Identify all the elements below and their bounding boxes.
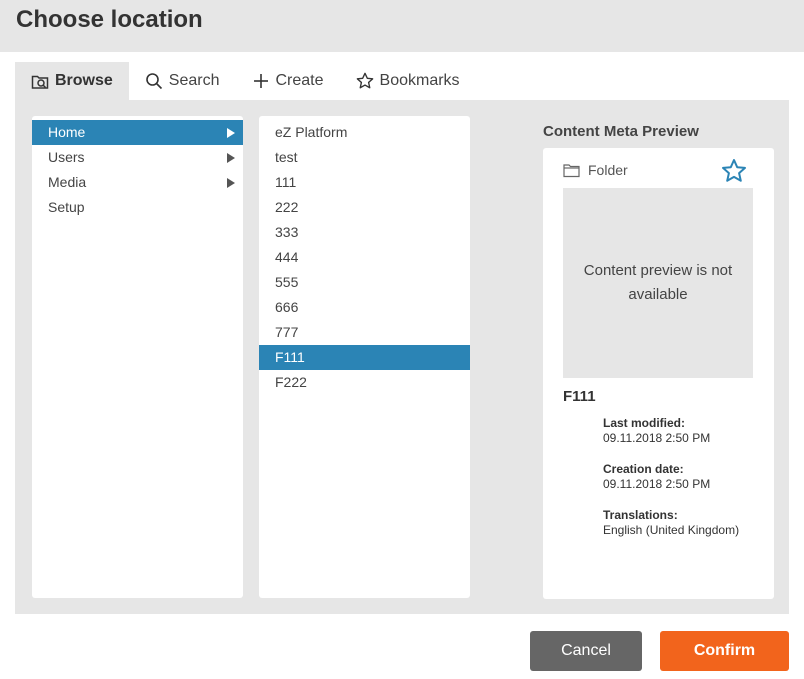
list-item[interactable]: 333 [259, 220, 470, 245]
tab-search-label: Search [168, 72, 220, 89]
list-item[interactable]: 666 [259, 295, 470, 320]
list-item-label: eZ Platform [275, 124, 348, 140]
dialog-title: Choose location [16, 6, 203, 33]
list-item[interactable]: eZ Platform [259, 120, 470, 145]
tab-browse-label: Browse [55, 72, 113, 89]
preview-heading: Content Meta Preview [543, 123, 699, 140]
list-item-label: 555 [275, 274, 299, 290]
content-type-label: Folder [588, 162, 628, 178]
chevron-right-icon [227, 128, 235, 138]
search-icon [145, 73, 162, 90]
browse-icon [31, 75, 49, 89]
tree-column-1: Home Users Media Setup [32, 116, 243, 598]
meta-label: Translations: [603, 508, 678, 522]
dialog-header: Choose location [0, 0, 804, 52]
list-item-label: 444 [275, 249, 299, 265]
confirm-button[interactable]: Confirm [660, 631, 789, 671]
list-item-label: 111 [275, 174, 297, 190]
list-item[interactable]: F222 [259, 370, 470, 395]
list-item[interactable]: 111 [259, 170, 470, 195]
content-name: F111 [563, 388, 596, 405]
list-item-label: F111 [275, 349, 305, 365]
browse-panel: Home Users Media Setup eZ Platform test … [15, 100, 789, 614]
star-icon [356, 72, 373, 89]
preview-placeholder: Content preview is not available [563, 188, 753, 378]
meta-label: Last modified: [603, 416, 686, 430]
list-item-label: 777 [275, 324, 299, 340]
tree-item-label: Users [48, 149, 85, 165]
chevron-right-icon [227, 178, 235, 188]
list-item[interactable]: 777 [259, 320, 470, 345]
tree-item-label: Setup [48, 199, 85, 215]
list-item[interactable]: 555 [259, 270, 470, 295]
meta-value: 09.11.2018 2:50 PM [603, 477, 711, 491]
list-item-label: F222 [275, 374, 307, 390]
tree-item-users[interactable]: Users [32, 145, 243, 170]
list-item[interactable]: test [259, 145, 470, 170]
tab-create-label: Create [275, 72, 324, 89]
tree-item-label: Home [48, 124, 86, 140]
meta-label: Creation date: [603, 462, 684, 476]
chevron-right-icon [227, 153, 235, 163]
meta-creation-date: Creation date: 09.11.2018 2:50 PM [603, 462, 753, 492]
folder-icon [563, 163, 580, 177]
tree-item-label: Media [48, 174, 87, 190]
tree-item-home[interactable]: Home [32, 120, 243, 145]
preview-card: Folder Content preview is not available … [543, 148, 774, 599]
list-item-label: 222 [275, 199, 299, 215]
list-item[interactable]: 444 [259, 245, 470, 270]
tab-bar: Browse Search Create Bookmarks [15, 62, 476, 100]
tab-create[interactable]: Create [236, 62, 340, 100]
list-item-selected[interactable]: F111 [259, 345, 470, 370]
list-item-label: test [275, 149, 298, 165]
content-type: Folder [563, 162, 628, 178]
star-outline-icon[interactable] [721, 158, 747, 184]
list-item-label: 333 [275, 224, 299, 240]
meta-last-modified: Last modified: 09.11.2018 2:50 PM [603, 416, 753, 446]
tab-browse[interactable]: Browse [15, 62, 129, 100]
list-item-label: 666 [275, 299, 299, 315]
cancel-button[interactable]: Cancel [530, 631, 642, 671]
list-item[interactable]: 222 [259, 195, 470, 220]
tree-item-setup[interactable]: Setup [32, 195, 243, 220]
tree-item-media[interactable]: Media [32, 170, 243, 195]
meta-value: English (United Kingdom) [603, 523, 740, 537]
meta-value: 09.11.2018 2:50 PM [603, 431, 711, 445]
tab-search[interactable]: Search [129, 62, 236, 100]
tab-bookmarks-label: Bookmarks [379, 72, 460, 89]
preview-placeholder-text: Content preview is not available [583, 262, 733, 303]
plus-icon [253, 74, 268, 88]
tree-column-2: eZ Platform test 111 222 333 444 555 666… [259, 116, 470, 598]
tab-bookmarks[interactable]: Bookmarks [340, 62, 476, 100]
meta-translations: Translations: English (United Kingdom) [603, 508, 753, 538]
